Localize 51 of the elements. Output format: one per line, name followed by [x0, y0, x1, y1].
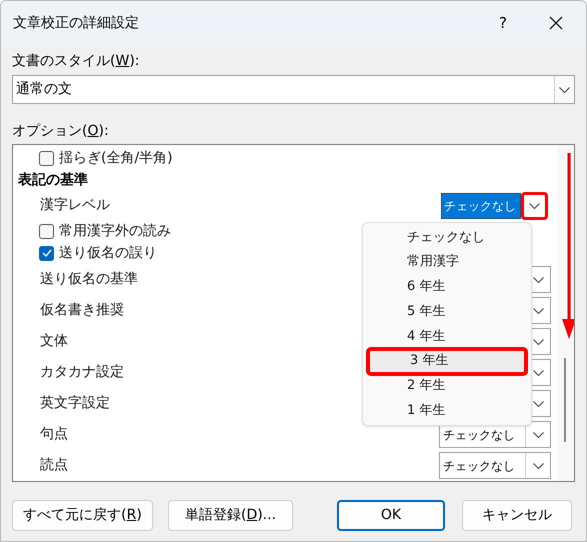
- style-select[interactable]: 通常の文: [12, 75, 575, 104]
- menu-item[interactable]: 6 年生: [363, 274, 531, 300]
- chevron-down-icon: [532, 370, 544, 376]
- checkbox-label: 送り仮名の誤り: [59, 244, 157, 262]
- section-heading: 表記の基準: [18, 170, 88, 190]
- chevron-down-icon: [532, 308, 544, 314]
- select-field[interactable]: チェックなし: [439, 452, 551, 479]
- option-label: 送り仮名の基準: [40, 270, 138, 289]
- chevron-down-icon: [532, 432, 544, 438]
- chevron-down-icon: [532, 400, 544, 406]
- chevron-down-icon: [532, 462, 544, 468]
- chevron-down-icon: [532, 276, 544, 282]
- checkbox[interactable]: [39, 246, 54, 260]
- menu-item[interactable]: 5 年生: [363, 299, 531, 324]
- window-title: 文章校正の詳細設定: [13, 14, 140, 32]
- select-value: 通常の文: [15, 80, 73, 99]
- select-value: チェックなし: [443, 428, 515, 442]
- menu-item[interactable]: 常用漢字: [363, 250, 531, 274]
- scroll-thumb[interactable]: [564, 358, 566, 442]
- menu-item[interactable]: 4 年生: [363, 324, 531, 349]
- checkbox[interactable]: [39, 150, 54, 166]
- menu-item[interactable]: チェックなし: [363, 225, 531, 250]
- help-button[interactable]: ?: [480, 1, 526, 45]
- option-label: 読点: [40, 456, 68, 475]
- options-label: オプション(O):: [12, 122, 110, 141]
- chevron-down-icon: [529, 202, 540, 208]
- option-label: 文体: [40, 332, 68, 351]
- select-value: チェックなし: [443, 458, 515, 472]
- check-icon: [42, 249, 52, 257]
- select-value[interactable]: チェックなし: [441, 192, 521, 218]
- option-label: 英文字設定: [40, 394, 110, 413]
- option-label: 句点: [40, 425, 68, 444]
- option-label: 仮名書き推奨: [40, 301, 124, 320]
- option-label: 漢字レベル: [40, 196, 110, 215]
- close-icon: [549, 16, 563, 30]
- checkbox[interactable]: [39, 224, 54, 238]
- dialog-button[interactable]: すべて元に戻す(R): [12, 500, 153, 531]
- dialog-button[interactable]: OK: [337, 500, 445, 531]
- dropdown-button[interactable]: [521, 192, 548, 220]
- checkbox-label: 常用漢字外の読み: [59, 222, 171, 240]
- down-arrow-icon: [562, 153, 574, 339]
- menu-item[interactable]: 1 年生: [363, 398, 531, 424]
- menu-item[interactable]: 2 年生: [363, 374, 531, 398]
- chevron-down-icon: [532, 338, 544, 344]
- dialog-button[interactable]: 単語登録(D)...: [168, 500, 293, 531]
- checkbox-label: 揺らぎ(全角/半角): [59, 148, 173, 168]
- option-label: カタカナ設定: [40, 363, 124, 382]
- dialog-button[interactable]: キャンセル: [462, 500, 572, 531]
- menu-item[interactable]: 3 年生: [366, 346, 528, 376]
- chevron-down-icon: [559, 86, 570, 92]
- style-label: 文書のスタイル(W):: [12, 52, 140, 71]
